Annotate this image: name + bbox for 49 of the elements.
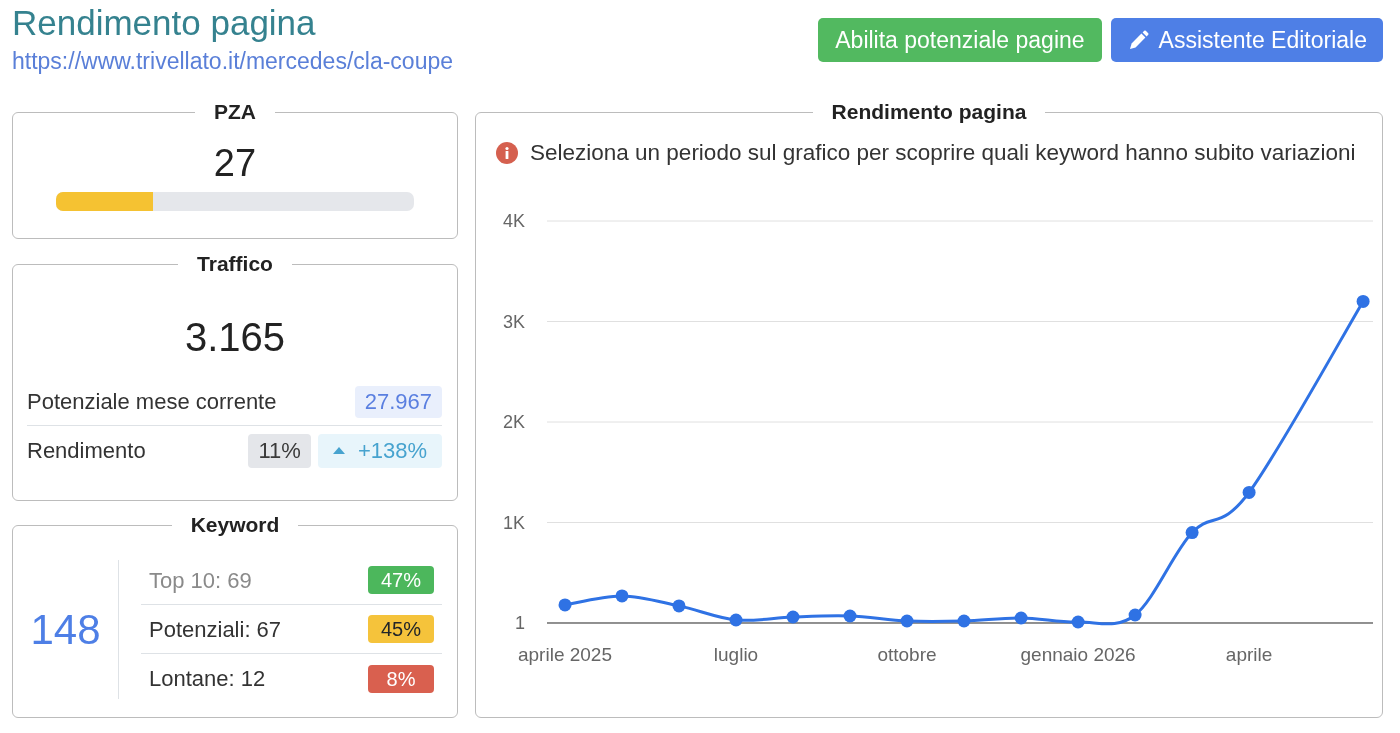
data-point	[1185, 526, 1199, 540]
info-icon	[496, 142, 518, 164]
chart-hint: Seleziona un periodo sul grafico per scoprire quali keyword hanno subito variazioni	[530, 139, 1356, 167]
data-point	[615, 589, 629, 603]
data-point	[843, 609, 857, 623]
share-badge: 45%	[368, 615, 434, 643]
pza-score: 27	[212, 141, 258, 186]
data-point	[1356, 294, 1370, 308]
data-point	[1071, 615, 1085, 629]
keyword-group-label: Lontane: 12	[149, 665, 266, 693]
y-axis-label: 4K	[502, 211, 525, 231]
y-axis-label: 3K	[502, 311, 525, 332]
panel-title: PZA	[213, 100, 257, 124]
data-point	[1242, 485, 1256, 499]
x-axis-label: aprile 2025	[518, 644, 612, 665]
y-axis-label: 1	[515, 612, 525, 633]
data-point	[900, 614, 914, 628]
editorial-assistant-button[interactable]: Assistente Editoriale	[1110, 18, 1383, 62]
data-point	[729, 613, 743, 627]
traffic-value: 3.165	[183, 314, 287, 361]
keyword-group-label: Top 10: 69	[149, 566, 252, 595]
share-badge: 47%	[368, 566, 434, 594]
x-axis-label: luglio	[713, 644, 759, 665]
data-point	[672, 599, 686, 613]
change-value: +138%	[357, 437, 427, 465]
keyword-total: 148	[30, 605, 101, 655]
keyword-group-label: Potenziali: 67	[149, 615, 282, 644]
metric-label: Rendimento	[27, 437, 146, 465]
data-point	[1014, 611, 1028, 625]
panel-title: Rendimento pagina	[830, 100, 1028, 124]
data-point	[786, 610, 800, 624]
x-axis-label: gennaio 2026	[1020, 644, 1136, 665]
page-url-link[interactable]: https://www.trivellato.it/mercedes/cla-coupe	[12, 47, 453, 75]
data-point	[558, 598, 572, 612]
metric-label: Potenziale mese corrente	[27, 388, 277, 416]
panel-title: Keyword	[189, 513, 281, 537]
data-point	[957, 614, 971, 628]
enable-potential-button[interactable]: Abilita potenziale pagine	[818, 18, 1102, 62]
page-title: Rendimento pagina	[12, 2, 317, 44]
y-axis-label: 2K	[502, 412, 525, 432]
potential-badge: 27.967	[354, 385, 442, 418]
x-axis-label: ottobre	[877, 644, 937, 665]
x-axis-label: aprile	[1225, 644, 1273, 665]
data-point	[1128, 608, 1142, 622]
pencil-icon	[1128, 30, 1149, 50]
panel-title: Traffico	[196, 252, 274, 276]
share-badge: 8%	[368, 664, 434, 693]
performance-badge: 11%	[248, 433, 311, 468]
y-axis-label: 1K	[502, 512, 525, 533]
